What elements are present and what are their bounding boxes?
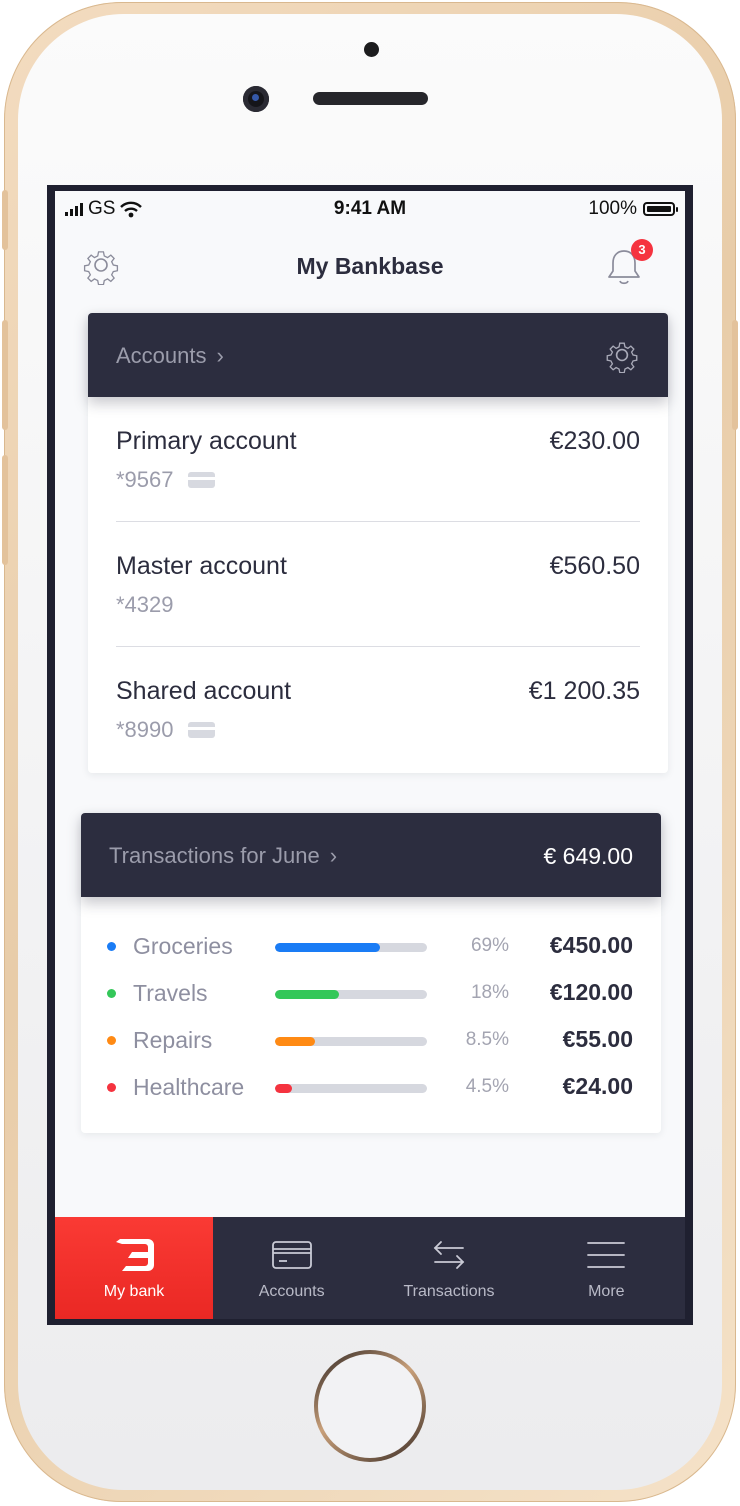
account-amount: €230.00 — [549, 427, 640, 455]
account-row-shared[interactable]: Shared account €1 200.35 *8990 — [116, 647, 640, 772]
account-name: Shared account — [116, 677, 292, 705]
category-amount: €450.00 — [549, 932, 633, 958]
accounts-title: Accounts — [116, 343, 207, 368]
tab-more[interactable]: More — [528, 1217, 685, 1319]
account-row-master[interactable]: Master account €560.50 *4329 — [116, 522, 640, 647]
tab-accounts[interactable]: Accounts — [213, 1217, 370, 1319]
account-amount: €560.50 — [549, 552, 640, 580]
category-name: Travels — [133, 980, 208, 1006]
tab-label: Accounts — [258, 1283, 325, 1300]
account-number: *8990 — [116, 717, 174, 742]
bank-logo-icon — [116, 1239, 154, 1271]
front-camera — [243, 86, 269, 112]
category-progress-bar — [275, 1037, 427, 1046]
category-dot — [107, 989, 116, 998]
notification-badge: 3 — [631, 239, 653, 261]
accounts-settings-gear-icon[interactable] — [604, 337, 640, 373]
category-amount: €55.00 — [562, 1026, 633, 1052]
category-percent: 4.5% — [465, 1076, 509, 1097]
tab-my-bank[interactable]: My bank — [55, 1217, 213, 1319]
transactions-card: Transactions for June › € 649.00 Grocerie… — [81, 813, 661, 1133]
category-row-repairs[interactable]: Repairs 8.5% €55.00 — [107, 1021, 633, 1061]
category-dot — [107, 1083, 116, 1092]
card-icon — [271, 1241, 312, 1269]
accounts-header-label: Accounts › — [116, 343, 224, 369]
category-row-groceries[interactable]: Groceries 69% €450.00 — [107, 927, 633, 967]
chevron-right-icon: › — [216, 343, 224, 368]
account-number: *4329 — [116, 592, 174, 617]
category-name: Repairs — [133, 1027, 213, 1053]
mute-switch — [2, 190, 8, 250]
category-percent: 69% — [470, 935, 509, 956]
tab-label: More — [588, 1283, 625, 1300]
category-progress-fill — [275, 1084, 292, 1093]
category-progress-bar — [275, 943, 427, 952]
transactions-header[interactable]: Transactions for June › € 649.00 — [81, 813, 661, 897]
transactions-title: Transactions for June — [109, 843, 320, 868]
home-button[interactable] — [314, 1350, 426, 1462]
battery-icon — [643, 202, 678, 216]
transfer-arrows-icon — [433, 1241, 465, 1269]
category-amount: €24.00 — [562, 1073, 633, 1099]
category-row-healthcare[interactable]: Healthcare 4.5% €24.00 — [107, 1068, 633, 1108]
app-display: GS 9:41 AM 100% My Bankbase 3 Accounts ›… — [55, 191, 685, 1319]
category-amount: €120.00 — [549, 979, 633, 1005]
proximity-sensor — [364, 42, 379, 57]
nav-bar: My Bankbase 3 — [55, 235, 685, 295]
account-name: Master account — [116, 552, 287, 580]
accounts-card: Accounts › Primary account €230.00 *9567 — [88, 313, 668, 773]
card-icon — [187, 472, 215, 488]
phone-screen: GS 9:41 AM 100% My Bankbase 3 Accounts ›… — [47, 185, 693, 1325]
category-dot — [107, 1036, 116, 1045]
category-percent: 18% — [470, 982, 509, 1003]
tab-label: Transactions — [403, 1283, 495, 1300]
account-amount: €1 200.35 — [528, 677, 640, 705]
transactions-header-label: Transactions for June › — [109, 843, 337, 869]
page-title: My Bankbase — [296, 253, 444, 279]
account-number: *9567 — [116, 467, 174, 492]
category-progress-fill — [275, 1037, 315, 1046]
chevron-right-icon: › — [329, 843, 338, 868]
category-dot — [107, 942, 116, 951]
account-name: Primary account — [116, 427, 297, 455]
power-button — [732, 320, 738, 430]
tab-transactions[interactable]: Transactions — [370, 1217, 527, 1319]
card-icon — [187, 722, 215, 738]
category-progress-bar — [275, 1084, 427, 1093]
tab-label: My bank — [103, 1283, 165, 1300]
category-name: Groceries — [133, 933, 233, 959]
account-number-line: *9567 — [116, 467, 215, 493]
menu-icon — [587, 1242, 626, 1268]
battery-percent: 100% — [588, 198, 637, 219]
status-right: 100% — [588, 198, 678, 220]
volume-up-button — [2, 320, 8, 430]
transactions-total: € 649.00 — [543, 843, 633, 869]
account-number-line: *4329 — [116, 592, 174, 618]
account-row-primary[interactable]: Primary account €230.00 *9567 — [116, 397, 640, 522]
category-progress-fill — [275, 943, 380, 952]
earpiece-speaker — [313, 92, 428, 105]
category-percent: 8.5% — [465, 1029, 509, 1050]
category-progress-bar — [275, 990, 427, 999]
category-progress-fill — [275, 990, 339, 999]
tab-bar: My bank Accounts Transactions More — [55, 1217, 685, 1319]
volume-down-button — [2, 455, 8, 565]
category-name: Healthcare — [133, 1074, 245, 1100]
account-number-line: *8990 — [116, 717, 215, 743]
accounts-header[interactable]: Accounts › — [88, 313, 668, 397]
category-row-travels[interactable]: Travels 18% €120.00 — [107, 974, 633, 1014]
status-bar: GS 9:41 AM 100% — [55, 191, 685, 227]
